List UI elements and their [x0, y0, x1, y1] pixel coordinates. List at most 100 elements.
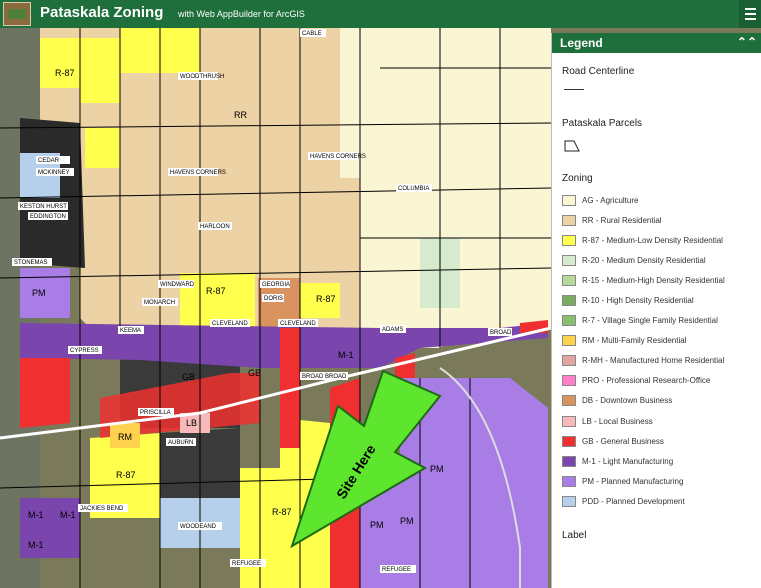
legend-item-label: R-20 - Medium Density Residential	[582, 255, 706, 265]
legend-swatch	[562, 234, 576, 246]
legend-item-label: R-10 - High Density Residential	[582, 296, 694, 306]
road-label-broad-2: BROAD BROAD	[302, 374, 347, 380]
legend-item: RR - Rural Residential	[562, 210, 751, 230]
road-label-woodthrush: WOODTHRUSH	[180, 74, 224, 80]
zone-label: R-87	[55, 68, 75, 78]
legend-item-label: LB - Local Business	[582, 416, 653, 426]
legend-item-label: R-15 - Medium-High Density Residential	[582, 275, 725, 285]
road-label-georgia: GEORGIA	[262, 282, 290, 288]
double-chevron-up-icon[interactable]: ⌃⌃	[737, 35, 757, 49]
zone-label: R-87	[316, 294, 336, 304]
legend-item: PM - Planned Manufacturing	[562, 471, 751, 491]
road-label-adams: ADAMS	[382, 327, 403, 333]
legend-swatch	[562, 455, 576, 467]
road-label-mckinney: MCKINNEY	[38, 170, 70, 176]
road-label-windward: WINDWARD	[160, 282, 195, 288]
zone-label: PM	[32, 288, 46, 298]
road-label-eddington: EDDINGTON	[30, 214, 66, 220]
app-title: Pataskala Zoning	[40, 4, 164, 21]
list-icon[interactable]	[739, 0, 761, 28]
legend-item-label: AG - Agriculture	[582, 195, 639, 205]
road-centerline-heading: Road Centerline	[562, 66, 635, 77]
legend-item-label: R-7 - Village Single Family Residential	[582, 316, 718, 326]
legend-item: PRO - Professional Research-Office	[562, 371, 751, 391]
legend-title: Legend	[560, 36, 603, 50]
legend-item: LB - Local Business	[562, 411, 751, 431]
parcels-heading: Pataskala Parcels	[562, 118, 643, 129]
legend-item-label: R-87 - Medium-Low Density Residential	[582, 235, 723, 245]
zone-label: LB	[186, 418, 197, 428]
zone-label: PM	[400, 516, 414, 526]
legend-swatch	[562, 254, 576, 266]
legend-item-label: R-MH - Manufactured Home Residential	[582, 356, 725, 366]
legend-swatch	[562, 295, 576, 307]
zone-label: PM	[430, 464, 444, 474]
legend-swatch	[562, 435, 576, 447]
zone-label: M-1	[28, 510, 44, 520]
legend-panel: Legend ⌃⌃ Road Centerline Pataskala Parc…	[551, 33, 761, 588]
legend-item-label: M-1 - Light Manufacturing	[582, 456, 674, 466]
road-label-columbia: COLUMBIA	[398, 186, 429, 192]
legend-item-label: PRO - Professional Research-Office	[582, 376, 711, 386]
road-label-priscilla: PRISCILLA	[140, 410, 171, 416]
legend-item: R-87 - Medium-Low Density Residential	[562, 230, 751, 250]
legend-swatch	[562, 335, 576, 347]
road-label-refugee: REFUGEE	[232, 561, 261, 567]
legend-header: Legend ⌃⌃	[552, 33, 761, 53]
road-label-jackies: JACKIES BEND	[80, 506, 124, 512]
legend-item: R-10 - High Density Residential	[562, 290, 751, 310]
legend-item: RM - Multi-Family Residential	[562, 331, 751, 351]
zone-label: R-87	[272, 507, 292, 517]
zone-label: M-1	[60, 510, 76, 520]
road-label-havens-2: HAVENS CORNERS	[310, 154, 366, 160]
legend-swatch	[562, 375, 576, 387]
road-label-refugee-2: REFUGEE	[382, 567, 411, 573]
zone-label: GB	[182, 372, 195, 382]
legend-item: R-15 - Medium-High Density Residential	[562, 270, 751, 290]
zone-label: R-87	[116, 470, 136, 480]
road-label-doris: DORIS	[264, 296, 283, 302]
legend-item: M-1 - Light Manufacturing	[562, 451, 751, 471]
road-label-harloon: HARLOON	[200, 224, 230, 230]
legend-item: AG - Agriculture	[562, 190, 751, 210]
app-subtitle: with Web AppBuilder for ArcGIS	[178, 9, 305, 19]
parcel-outline-icon	[564, 139, 751, 157]
legend-item-label: PDD - Planned Development	[582, 496, 685, 506]
app-header: Pataskala Zoning with Web AppBuilder for…	[0, 0, 761, 28]
legend-swatch	[562, 214, 576, 226]
legend-swatch	[562, 495, 576, 507]
zone-label: R-87	[206, 286, 226, 296]
zoning-legend-list: AG - Agriculture RR - Rural Residential R-…	[562, 190, 751, 512]
legend-item-label: GB - General Business	[582, 436, 664, 446]
road-label-cleveland: CLEVELAND	[212, 321, 248, 327]
legend-item: R-20 - Medium Density Residential	[562, 250, 751, 270]
legend-swatch	[562, 274, 576, 286]
road-label-keema: KEEMA	[120, 328, 141, 334]
legend-item: DB - Downtown Business	[562, 391, 751, 411]
legend-item: PDD - Planned Development	[562, 491, 751, 511]
legend-item-label: RM - Multi-Family Residential	[582, 336, 687, 346]
road-label-monarch: MONARCH	[144, 300, 175, 306]
zoning-heading: Zoning	[562, 173, 593, 184]
legend-swatch	[562, 194, 576, 206]
road-label-woodeand: WOODEAND	[180, 524, 217, 530]
legend-item-label: PM - Planned Manufacturing	[582, 476, 684, 486]
label-heading: Label	[562, 529, 587, 541]
road-label-cleveland-2: CLEVELAND	[280, 321, 316, 327]
legend-item: R-MH - Manufactured Home Residential	[562, 351, 751, 371]
zone-label: M-1	[28, 540, 44, 550]
legend-swatch	[562, 355, 576, 367]
legend-item: R-7 - Village Single Family Residential	[562, 311, 751, 331]
zone-label: GB	[248, 368, 261, 378]
road-label-kestonhurst: KESTON HURST	[20, 204, 67, 210]
zone-label: RM	[118, 432, 132, 442]
road-label-cedar: CEDAR	[38, 158, 60, 164]
legend-item-label: DB - Downtown Business	[582, 396, 673, 406]
road-line-symbol	[564, 89, 584, 90]
legend-item-label: RR - Rural Residential	[582, 215, 662, 225]
legend-swatch	[562, 395, 576, 407]
road-label-cable: CABLE	[302, 31, 322, 37]
zone-label: M-1	[338, 350, 354, 360]
legend-swatch	[562, 415, 576, 427]
legend-item: GB - General Business	[562, 431, 751, 451]
